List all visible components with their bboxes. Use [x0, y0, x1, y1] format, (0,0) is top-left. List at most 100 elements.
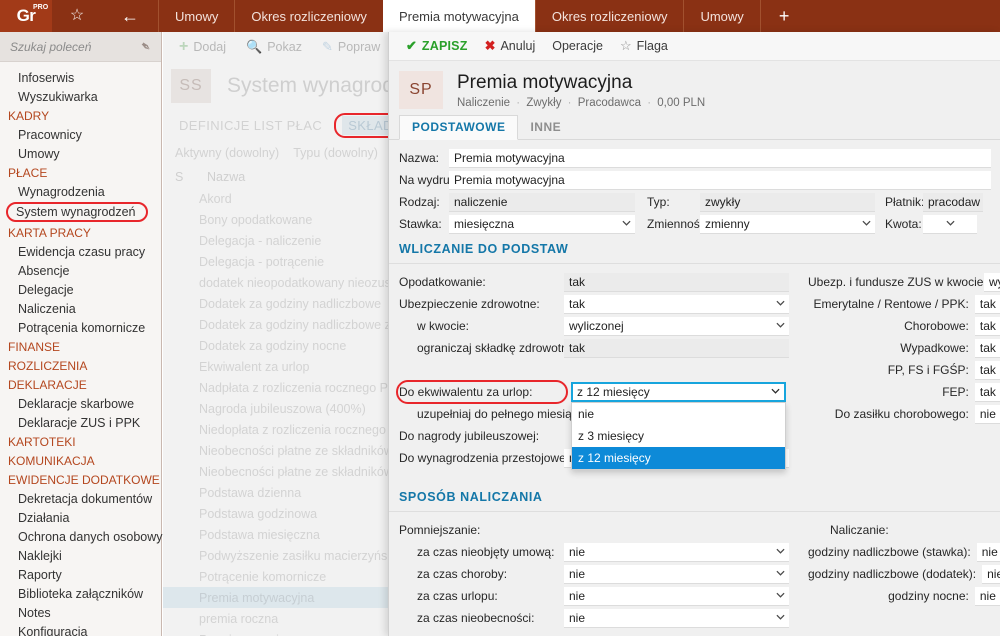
sidebar-item[interactable]: Deklaracje skarbowe: [0, 394, 161, 413]
sidebar-item[interactable]: Notes: [0, 603, 161, 622]
godziny-nadliczbowe-dodatek-value[interactable]: nie: [982, 564, 1000, 584]
field-row: Ubezpieczenie zdrowotne: tak: [389, 294, 808, 314]
sidebar-item[interactable]: Konfiguracja: [0, 622, 161, 636]
sidebar-item[interactable]: Naliczenia: [0, 299, 161, 318]
sidebar-item[interactable]: Naklejki: [0, 546, 161, 565]
sidebar-item[interactable]: Dekretacja dokumentów: [0, 489, 161, 508]
godziny-nadliczbowe-stawka-label: godziny nadliczbowe (stawka):: [808, 545, 971, 559]
tab-definicje-list-plac[interactable]: DEFINICJE LIST PŁAC: [173, 116, 328, 135]
chorobowe-value[interactable]: tak: [974, 316, 1000, 336]
w-kwocie-select[interactable]: wyliczonej: [564, 316, 789, 336]
fep-value[interactable]: tak: [974, 382, 1000, 402]
save-label: ZAPISZ: [421, 39, 468, 53]
ubezpieczenie-zdrowotne-select[interactable]: tak: [564, 294, 789, 314]
na-wydruku-input[interactable]: Premia motywacyjna: [449, 170, 991, 190]
close-icon: ✖: [484, 38, 496, 53]
wypadkowe-value[interactable]: tak: [974, 338, 1000, 358]
back-button[interactable]: ←: [102, 0, 158, 32]
sidebar-item[interactable]: Raporty: [0, 565, 161, 584]
field-value: nie: [569, 610, 586, 625]
sidebar-item[interactable]: Potrącenia komornicze: [0, 318, 161, 337]
sidebar-item[interactable]: Ochrona danych osobowych: [0, 527, 176, 546]
sidebar-item[interactable]: Infoserwis: [0, 68, 161, 87]
sidebar-item[interactable]: Wyszukiwarka: [0, 87, 161, 106]
godziny-nadliczbowe-stawka-value[interactable]: nie: [976, 542, 1000, 562]
godziny-nadliczbowe-dodatek-label: godziny nadliczbowe (dodatek):: [808, 567, 977, 581]
za-czas-urlopu-label: za czas urlopu:: [417, 589, 498, 603]
sidebar-item-system-wynagrodzen[interactable]: System wynagrodzeń: [6, 202, 148, 222]
sidebar-item[interactable]: Delegacje: [0, 280, 161, 299]
subtitle-payer: Pracodawca: [577, 96, 641, 109]
record-dialog: ✔ ZAPISZ ✖ Anuluj Operacje ☆ Flaga SP Pr…: [388, 32, 1000, 636]
kwota-input[interactable]: [959, 214, 977, 234]
tab-umowy-2[interactable]: Umowy: [683, 0, 759, 32]
wypadkowe-label: Wypadkowe:: [900, 341, 969, 355]
save-button[interactable]: ✔ ZAPISZ: [399, 38, 475, 54]
tab-umowy-1[interactable]: Umowy: [158, 0, 234, 32]
tab-okres-2[interactable]: Okres rozliczeniowy: [534, 0, 684, 32]
tab-podstawowe[interactable]: PODSTAWOWE: [399, 115, 519, 140]
star-icon: ☆: [69, 7, 85, 24]
chevron-down-icon: [776, 570, 785, 578]
nazwa-input[interactable]: Premia motywacyjna: [449, 148, 991, 168]
cancel-button[interactable]: ✖ Anuluj: [478, 38, 543, 54]
flag-button[interactable]: ☆ Flaga: [613, 38, 675, 54]
divider: [389, 511, 1000, 512]
naliczanie-group-row: Naliczanie:: [808, 520, 1000, 540]
avatar: SP: [399, 71, 443, 109]
field-value: tak: [569, 274, 586, 289]
favorites-button[interactable]: ☆: [52, 0, 102, 32]
opodatkowanie-label: Opodatkowanie:: [399, 275, 486, 289]
kwota-select[interactable]: [923, 214, 959, 234]
sidebar-item[interactable]: Ewidencja czasu pracy: [0, 242, 161, 261]
zmiennosc-select[interactable]: zmienny: [700, 214, 875, 234]
za-czas-nieobjęty-umową-select[interactable]: nie: [564, 542, 789, 562]
emerytalne-rentowe-ppk-value[interactable]: tak: [974, 294, 1000, 314]
stawka-select[interactable]: miesięczna: [449, 214, 635, 234]
list-edit-button[interactable]: ✎ Popraw: [314, 39, 388, 55]
naliczanie-group-label: Naliczanie:: [830, 523, 889, 537]
check-icon: ✔: [406, 38, 417, 53]
sidebar-item[interactable]: Pracownicy: [0, 125, 161, 144]
godziny-nocne-value[interactable]: nie: [974, 586, 1000, 606]
section-title-wliczanie: WLICZANIE DO PODSTAW: [399, 242, 569, 256]
za-czas-nieobecności-select[interactable]: nie: [564, 608, 789, 628]
chevron-down-icon: [776, 614, 785, 622]
tab-inne[interactable]: INNE: [518, 116, 573, 139]
field-value: nie: [569, 566, 586, 581]
typ-label: Typ:: [647, 195, 670, 209]
column-header-s: S: [175, 170, 184, 184]
fp-fs-i-fgśp-value[interactable]: tak: [974, 360, 1000, 380]
field-row: FP, FS i FGŚP: tak: [808, 360, 1000, 380]
ubezp-i-fundusze-zus-w-kwocie-value[interactable]: wyl: [984, 272, 1000, 292]
new-tab-button[interactable]: +: [759, 0, 808, 32]
sidebar-item[interactable]: Deklaracje ZUS i PPK: [0, 413, 161, 432]
record-subtitle: Naliczenie · Zwykły · Pracodawca · 0,00 …: [457, 97, 705, 109]
opodatkowanie-value: tak: [564, 272, 789, 292]
dialog-toolbar: ✔ ZAPISZ ✖ Anuluj Operacje ☆ Flaga: [389, 32, 1000, 61]
tab-okres-1[interactable]: Okres rozliczeniowy: [234, 0, 383, 32]
do-zasiłku-chorobowego-value[interactable]: nie: [974, 404, 1000, 424]
dropdown-option[interactable]: z 3 miesięcy: [572, 425, 785, 447]
operations-button[interactable]: Operacje: [545, 39, 610, 53]
command-search-field[interactable]: Szukaj poleceń ✒: [0, 32, 161, 62]
sidebar-item[interactable]: Biblioteka załączników: [0, 584, 161, 603]
za-czas-choroby-select[interactable]: nie: [564, 564, 789, 584]
sidebar-item[interactable]: Absencje: [0, 261, 161, 280]
list-add-button[interactable]: + Dodaj: [171, 38, 234, 56]
sidebar-menu: Infoserwis Wyszukiwarka KADRY Pracownicy Umo…: [0, 62, 176, 636]
sidebar-item[interactable]: Działania: [0, 508, 161, 527]
sidebar-item[interactable]: Wynagrodzenia: [0, 182, 161, 201]
field-value: nie: [569, 588, 586, 603]
dropdown-option[interactable]: nie: [572, 403, 785, 425]
do-wynagrodzenia-urlopowego-select[interactable]: z 12 miesięcy: [571, 382, 786, 402]
dropdown-option[interactable]: z 12 miesięcy: [572, 447, 785, 469]
list-show-button[interactable]: 🔍 Pokaz: [238, 39, 310, 55]
za-czas-urlopu-select[interactable]: nie: [564, 586, 789, 606]
filter-typu[interactable]: Typu (dowolny): [293, 146, 378, 160]
sidebar-item[interactable]: Umowy: [0, 144, 161, 163]
tab-premia-motywacyjna[interactable]: Premia motywacyjna: [382, 0, 535, 32]
filter-aktywny[interactable]: Aktywny (dowolny): [175, 146, 279, 160]
dropdown-options-list[interactable]: nie z 3 miesięcy z 12 miesięcy: [571, 402, 786, 470]
platnik-label: Płatnik:: [885, 195, 925, 209]
